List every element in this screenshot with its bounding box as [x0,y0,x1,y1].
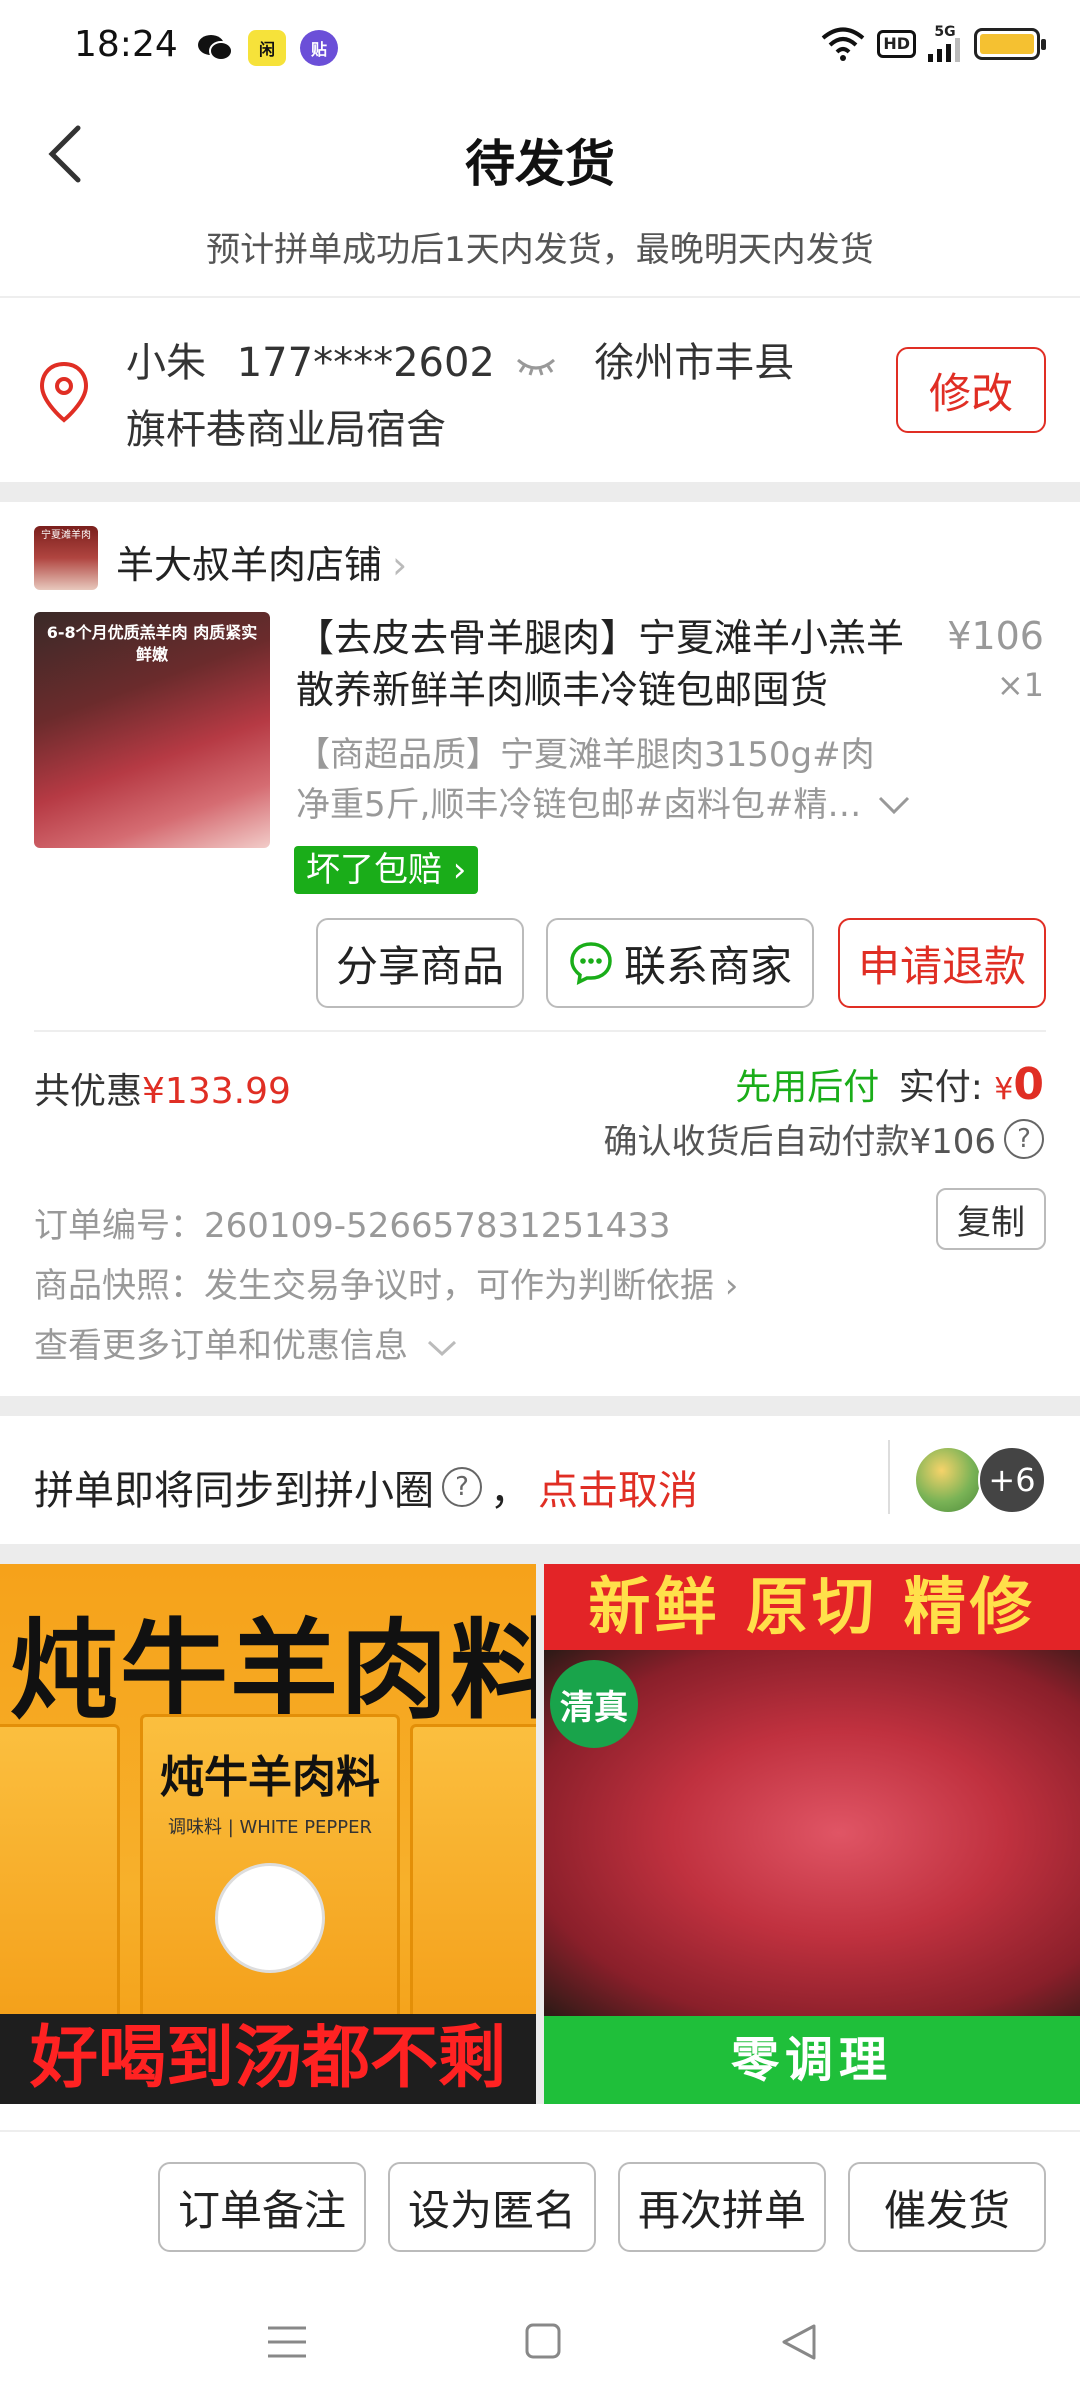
hidden-eye-icon[interactable] [514,354,558,376]
shop-logo[interactable]: 宁夏滩羊肉 [34,526,98,590]
back-icon[interactable] [780,2322,818,2362]
recommend-caption-row [0,2104,1080,2130]
product-sku[interactable]: 【商超品质】宁夏滩羊腿肉3150g#肉净重5斤,顺丰冷链包邮#卤料包#精… [296,730,906,830]
address-contact: 小朱 177****2602 徐州市丰县 [126,330,794,388]
paid-amount: 0 [1013,1059,1044,1110]
snapshot-link[interactable]: 商品快照：发生交易争议时，可作为判断依据 › [34,1258,738,1307]
status-right: HD 5G [821,25,1046,62]
discount-total: 共优惠¥133.99 [34,1071,291,1112]
pay-later-label: 先用后付 [735,1067,880,1108]
chef-illustration [215,1863,325,1973]
bottom-action-bar: 订单备注 设为匿名 再次拼单 催发货 [0,2130,1080,2280]
battery-icon [974,28,1046,60]
auto-pay-note: 确认收货后自动付款¥106 ? [603,1114,1044,1163]
more-friends-avatar[interactable]: +6 [978,1446,1046,1514]
status-app-icons: 闲 贴 [196,30,338,66]
order-note-button[interactable]: 订单备注 [158,2162,366,2252]
signal-icon: 5G [928,25,962,62]
contact-seller-button[interactable]: 联系商家 [546,918,814,1008]
refund-button[interactable]: 申请退款 [838,918,1046,1008]
avatar[interactable] [914,1446,982,1514]
order-number: 订单编号：260109-526657831251433 [34,1206,671,1246]
chevron-down-icon [427,1340,456,1356]
product-title[interactable]: 【去皮去骨羊腿肉】宁夏滩羊小羔羊散养新鲜羊肉顺丰冷链包邮囤货 [296,612,916,716]
chevron-right-icon: › [392,543,408,587]
recommend-item-beef[interactable]: 新鲜 原切 精修 清真 零调理 [544,1564,1080,2104]
wifi-icon [822,27,865,61]
product-pack [0,1724,120,2024]
hd-icon: HD [877,30,916,58]
copy-button[interactable]: 复制 [936,1188,1046,1250]
help-icon[interactable]: ? [1004,1118,1044,1159]
help-icon[interactable]: ? [442,1467,482,1507]
cancel-sync-link[interactable]: 点击取消 [538,1458,698,1516]
product-image[interactable]: 6-8个月优质羔羊肉 肉质紧实鲜嫩 [34,612,270,848]
address-detail: 旗杆巷商业局宿舍 [126,407,446,453]
recommend-item-seasoning[interactable]: 炖牛羊肉料 炖牛羊肉料 调味料 | WHITE PEPPER 好喝到汤都不剩 [0,1564,536,2104]
group-again-button[interactable]: 再次拼单 [618,2162,826,2252]
system-nav-bar [0,2280,1080,2408]
home-icon[interactable] [524,2322,562,2360]
group-sync-text: 拼单即将同步到拼小圈 ? ， 点击取消 [34,1458,698,1516]
modify-address-button[interactable]: 修改 [896,347,1046,433]
product-qty: ×1 [996,666,1044,704]
product-price: ¥106 [947,614,1044,658]
recommend-slogan: 零调理 [544,2016,1080,2104]
chevron-down-icon[interactable] [876,794,912,816]
shipping-estimate: 预计拼单成功后1天内发货，最晚明天内发货 [206,230,874,270]
status-time: 18:24 [74,24,178,65]
more-info-toggle[interactable]: 查看更多订单和优惠信息 [34,1318,459,1367]
shop-name[interactable]: 羊大叔羊肉店铺 › [116,534,407,589]
xianyu-icon: 闲 [248,30,286,66]
divider [34,1030,1046,1032]
tie-app-icon: 贴 [300,30,338,66]
share-product-button[interactable]: 分享商品 [316,918,524,1008]
recipient-name: 小朱 [126,340,206,386]
product-pack [410,1724,536,2024]
wechat-icon [196,30,234,66]
recipient-city: 徐州市丰县 [594,340,795,386]
payment-summary: 先用后付 实付: ¥0 [735,1059,1044,1110]
anonymous-button[interactable]: 设为匿名 [388,2162,596,2252]
guarantee-badge[interactable]: 坏了包赔 › [294,846,479,894]
chat-bubble-icon [570,942,612,986]
page-title: 待发货 [465,135,615,193]
product-pack: 炖牛羊肉料 调味料 | WHITE PEPPER [140,1714,400,2024]
location-pin-icon [39,361,89,423]
urge-shipping-button[interactable]: 催发货 [848,2162,1046,2252]
menu-icon[interactable] [266,2324,308,2360]
recommend-slogan: 好喝到汤都不剩 [0,2014,536,2104]
recommend-title: 新鲜 原切 精修 [544,1564,1080,1650]
divider [888,1440,890,1514]
halal-badge: 清真 [550,1660,638,1748]
recipient-phone: 177****2602 [236,340,495,386]
